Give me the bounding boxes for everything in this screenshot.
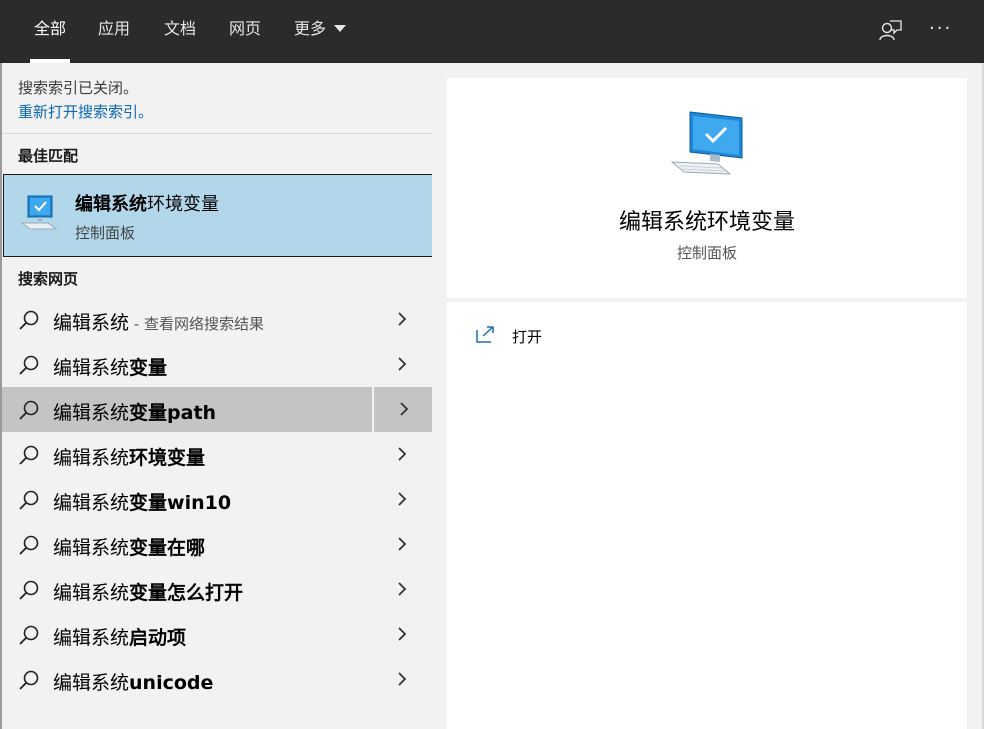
best-match-title: 编辑系统环境变量 <box>75 190 219 216</box>
suggestion-bold: 环境变量 <box>129 447 206 469</box>
suggestion-prefix: 编辑系统 <box>53 402 130 424</box>
chevron-right-icon <box>398 357 407 371</box>
best-match-result[interactable]: 编辑系统环境变量 控制面板 <box>3 174 433 257</box>
suggestion-text: 编辑系统变量win10 <box>53 488 231 515</box>
web-search-suggestion[interactable]: 编辑系统变量怎么打开 <box>2 567 432 612</box>
actions-card: 打开 <box>447 302 967 729</box>
detail-card: 编辑系统环境变量 控制面板 <box>447 78 967 298</box>
chevron-right-icon <box>398 492 407 506</box>
web-search-heading: 搜索网页 <box>18 270 79 288</box>
detail-title: 编辑系统环境变量 <box>618 210 795 235</box>
suggestion-suffix: - 查看网络搜索结果 <box>129 315 264 333</box>
chevron-right-icon <box>398 447 407 461</box>
suggestion-bold: 变量path <box>129 402 217 424</box>
results-panel: 搜索索引已关闭。 重新打开搜索索引。 最佳匹配 编辑系统环境变量 控制面板 搜索… <box>0 63 434 729</box>
suggestion-prefix: 编辑系统 <box>53 447 130 469</box>
suggestion-prefix: 编辑系统 <box>53 537 130 559</box>
chevron-right-icon <box>398 537 407 551</box>
best-match-subtitle: 控制面板 <box>75 224 136 242</box>
suggestion-bold: 变量在哪 <box>129 537 206 559</box>
divider <box>2 133 434 134</box>
search-icon <box>19 490 39 510</box>
search-icon <box>19 670 39 690</box>
tab-apps[interactable]: 应用 <box>98 0 130 63</box>
suggestion-prefix: 编辑系统 <box>53 582 130 604</box>
best-match-heading: 最佳匹配 <box>18 147 79 165</box>
suggestion-bold: 变量怎么打开 <box>129 582 244 604</box>
open-suggestion-button[interactable] <box>372 657 432 702</box>
search-icon <box>19 355 39 375</box>
suggestion-text: 编辑系统启动项 <box>53 623 186 650</box>
chevron-right-icon <box>398 672 407 686</box>
open-suggestion-button[interactable] <box>372 477 432 522</box>
chevron-down-icon <box>334 25 347 32</box>
suggestion-text: 编辑系统变量怎么打开 <box>53 578 243 605</box>
tab-more-label: 更多 <box>294 19 327 38</box>
suggestion-prefix: 编辑系统 <box>53 492 130 514</box>
reopen-index-link[interactable]: 重新打开搜索索引。 <box>18 101 153 122</box>
chevron-right-icon <box>398 627 407 641</box>
tab-documents[interactable]: 文档 <box>164 0 196 63</box>
open-suggestion-button[interactable] <box>372 522 432 567</box>
tab-web[interactable]: 网页 <box>229 0 261 63</box>
open-suggestion-button[interactable] <box>372 387 432 432</box>
best-match-title-rest: 环境变量 <box>147 194 219 215</box>
search-icon <box>19 580 39 600</box>
suggestion-text: 编辑系统环境变量 <box>53 443 205 470</box>
suggestion-prefix: 编辑系统 <box>53 672 130 694</box>
detail-subtitle: 控制面板 <box>676 244 737 262</box>
web-search-suggestion[interactable]: 编辑系统变量 <box>2 342 432 387</box>
open-external-icon <box>476 326 494 343</box>
search-icon <box>19 625 39 645</box>
suggestion-prefix: 编辑系统 <box>53 627 130 649</box>
web-search-suggestion[interactable]: 编辑系统变量win10 <box>2 477 432 522</box>
chevron-right-icon <box>398 312 407 326</box>
web-search-suggestion[interactable]: 编辑系统变量path <box>2 387 432 432</box>
suggestion-bold: 启动项 <box>129 627 187 649</box>
chevron-right-icon <box>400 402 409 416</box>
web-search-suggestion[interactable]: 编辑系统unicode <box>2 657 432 702</box>
web-search-suggestion[interactable]: 编辑系统环境变量 <box>2 432 432 477</box>
suggestion-text: 编辑系统变量 <box>53 353 167 380</box>
suggestion-prefix: 编辑系统 <box>53 357 130 379</box>
suggestion-text: 编辑系统变量在哪 <box>53 533 205 560</box>
search-icon <box>19 535 39 555</box>
open-suggestion-button[interactable] <box>372 432 432 477</box>
suggestion-text: 编辑系统 - 查看网络搜索结果 <box>53 308 264 335</box>
more-options-icon[interactable]: ··· <box>929 18 952 39</box>
suggestion-text: 编辑系统变量path <box>53 398 216 425</box>
web-search-suggestion[interactable]: 编辑系统变量在哪 <box>2 522 432 567</box>
suggestion-text: 编辑系统unicode <box>53 668 213 695</box>
computer-check-icon <box>20 195 58 230</box>
best-match-title-bold: 编辑系统 <box>75 194 147 215</box>
open-suggestion-button[interactable] <box>372 297 432 342</box>
top-nav-bar: 全部 应用 文档 网页 更多 ··· <box>0 0 984 63</box>
computer-check-icon <box>670 111 743 175</box>
tab-more[interactable]: 更多 <box>294 0 347 63</box>
open-label: 打开 <box>512 328 543 346</box>
search-icon <box>19 400 39 420</box>
suggestion-bold: 变量win10 <box>129 492 232 514</box>
tab-all[interactable]: 全部 <box>29 0 71 63</box>
open-suggestion-button[interactable] <box>372 567 432 612</box>
suggestion-bold: unicode <box>129 672 214 694</box>
web-search-suggestion[interactable]: 编辑系统启动项 <box>2 612 432 657</box>
search-icon <box>19 310 39 330</box>
feedback-icon[interactable] <box>877 18 903 44</box>
suggestion-bold: 变量 <box>129 357 168 379</box>
web-search-suggestion[interactable]: 编辑系统 - 查看网络搜索结果 <box>2 297 432 342</box>
chevron-right-icon <box>398 582 407 596</box>
open-suggestion-button[interactable] <box>372 342 432 387</box>
search-icon <box>19 445 39 465</box>
index-off-message: 搜索索引已关闭。 <box>18 79 139 97</box>
suggestion-prefix: 编辑系统 <box>53 312 130 334</box>
open-suggestion-button[interactable] <box>372 612 432 657</box>
